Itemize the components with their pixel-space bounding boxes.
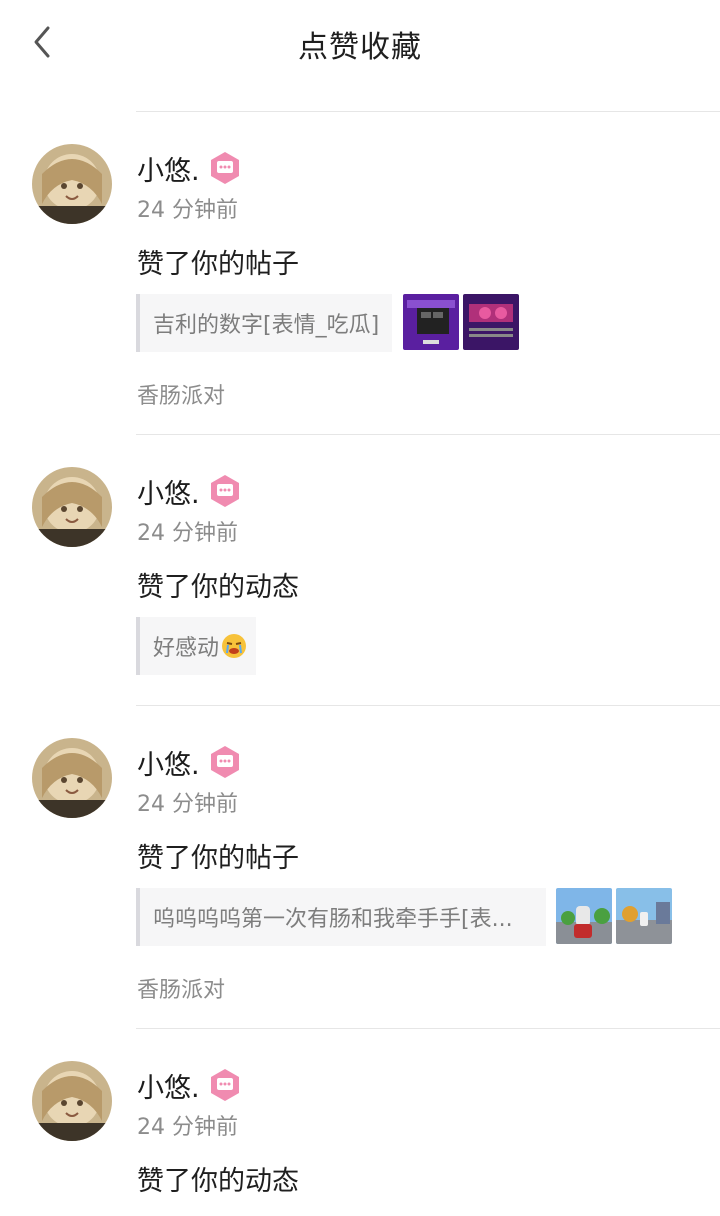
timestamp: 24 分钟前 [137, 521, 238, 546]
user-badge-icon [210, 746, 239, 778]
avatar[interactable] [32, 1061, 112, 1141]
user-badge-icon [210, 152, 239, 184]
username[interactable]: 小悠. [137, 149, 200, 188]
avatar[interactable] [32, 738, 112, 818]
source-tag[interactable]: 香肠派对 [137, 972, 225, 1004]
user-badge-icon [210, 1069, 239, 1101]
thumbnail[interactable] [616, 888, 672, 944]
divider [136, 1028, 720, 1029]
avatar[interactable] [32, 144, 112, 224]
user-badge-icon [210, 475, 239, 507]
thumbnail-group [403, 294, 519, 350]
action-text: 赞了你的动态 [137, 1166, 299, 1197]
top-bar: 点赞收藏 [0, 0, 720, 84]
thumbnail[interactable] [403, 294, 459, 350]
name-row: 小悠. [137, 1065, 242, 1105]
timestamp: 24 分钟前 [137, 792, 238, 817]
quote-text: 好感动 [153, 636, 220, 661]
quoted-content[interactable]: 吉利的数字[表情_吃瓜] [136, 294, 392, 352]
quoted-content[interactable]: 呜呜呜呜第一次有肠和我牵手手[表... [136, 888, 546, 946]
page-title: 点赞收藏 [298, 30, 422, 65]
username[interactable]: 小悠. [137, 743, 200, 782]
divider [136, 434, 720, 435]
thumbnail-group [556, 888, 672, 944]
action-text: 赞了你的帖子 [137, 843, 299, 874]
username[interactable]: 小悠. [137, 472, 200, 511]
source-tag[interactable]: 香肠派对 [137, 378, 225, 410]
avatar[interactable] [32, 467, 112, 547]
action-text: 赞了你的动态 [137, 572, 299, 603]
name-row: 小悠. [137, 742, 242, 782]
name-row: 小悠. [137, 148, 242, 188]
timestamp: 24 分钟前 [137, 198, 238, 223]
username[interactable]: 小悠. [137, 1066, 200, 1105]
quote-text: 吉利的数字[表情_吃瓜] [153, 313, 380, 338]
name-row: 小悠. [137, 471, 242, 511]
divider [136, 705, 720, 706]
quoted-content[interactable]: 好感动 [136, 617, 256, 675]
action-text: 赞了你的帖子 [137, 249, 299, 280]
crying-emoji-icon [222, 634, 247, 658]
timestamp: 24 分钟前 [137, 1115, 238, 1140]
thumbnail[interactable] [463, 294, 519, 350]
thumbnail[interactable] [556, 888, 612, 944]
quote-text: 呜呜呜呜第一次有肠和我牵手手[表... [153, 907, 513, 932]
divider [136, 111, 720, 112]
